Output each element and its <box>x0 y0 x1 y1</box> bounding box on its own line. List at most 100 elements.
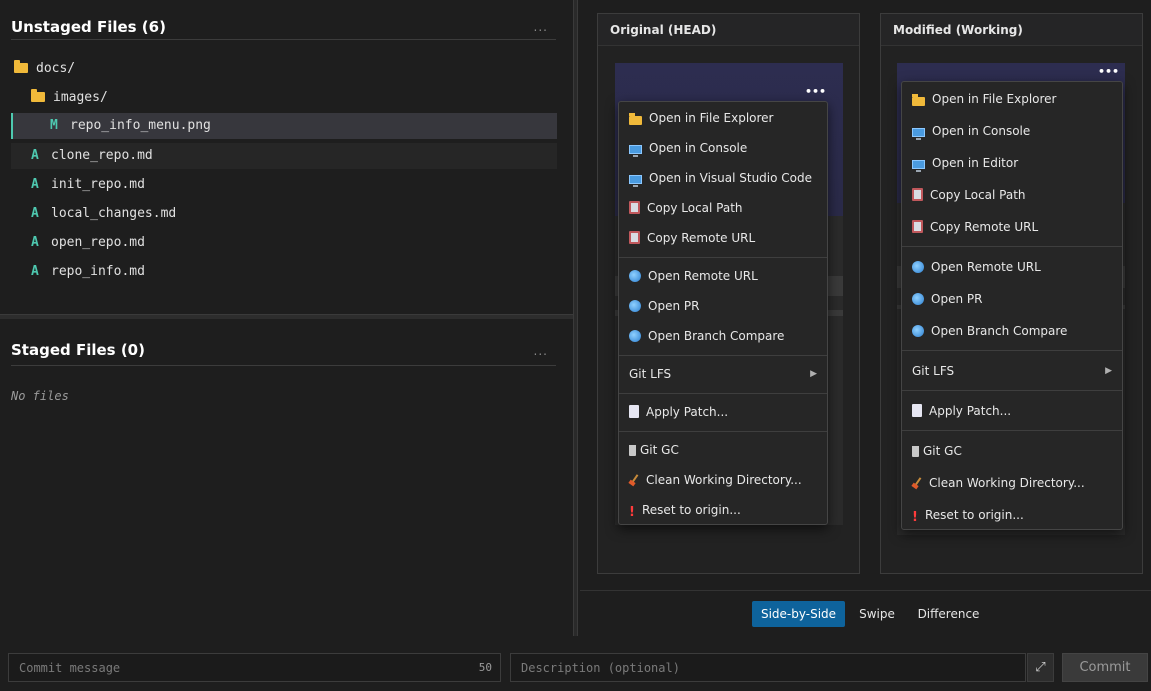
exclamation-icon: ! <box>629 505 635 520</box>
trash-icon <box>629 445 636 456</box>
more-dots-icon: ••• <box>1098 65 1120 78</box>
staged-empty-text: No files <box>11 389 69 403</box>
globe-icon <box>629 300 641 312</box>
computer-icon <box>629 175 642 187</box>
menu-item-open-pr[interactable]: Open PR <box>902 284 1122 314</box>
menu-item-open-remote-url[interactable]: Open Remote URL <box>902 252 1122 282</box>
menu-item-open-editor[interactable]: Open in Editor <box>902 148 1122 178</box>
computer-icon <box>912 160 925 172</box>
exclamation-icon: ! <box>912 510 918 525</box>
unstaged-more-button[interactable]: ... <box>534 20 548 34</box>
modified-panel-title: Modified (Working) <box>881 14 1142 46</box>
more-dots-icon: ••• <box>805 85 827 98</box>
commit-bar: Commit message 50 Description (optional)… <box>0 645 1151 691</box>
globe-icon <box>629 270 641 282</box>
view-swipe-button[interactable]: Swipe <box>852 601 902 627</box>
menu-item-copy-local-path[interactable]: Copy Local Path <box>619 193 827 223</box>
folder-icon <box>629 113 642 125</box>
menu-separator <box>619 355 827 356</box>
modified-panel: Modified (Working) ••• Open in File Expl… <box>880 13 1143 574</box>
computer-icon <box>629 145 642 157</box>
menu-item-reset-origin[interactable]: ! Reset to origin... <box>902 500 1122 530</box>
unstaged-title: Unstaged Files (6) <box>11 18 166 36</box>
globe-icon <box>629 330 641 342</box>
menu-item-open-branch-compare[interactable]: Open Branch Compare <box>902 316 1122 346</box>
menu-item-copy-local-path[interactable]: Copy Local Path <box>902 180 1122 210</box>
tree-folder-docs[interactable]: docs/ <box>11 56 557 82</box>
commit-message-input[interactable]: Commit message 50 <box>8 653 501 682</box>
status-badge: A <box>31 206 39 221</box>
staged-header: Staged Files (0) ... <box>11 336 556 366</box>
status-badge: M <box>50 118 58 133</box>
tree-folder-images[interactable]: images/ <box>11 85 557 111</box>
view-difference-button[interactable]: Difference <box>910 601 987 627</box>
character-counter: 50 <box>478 661 492 674</box>
status-badge: A <box>31 177 39 192</box>
menu-item-open-file-explorer[interactable]: Open in File Explorer <box>619 103 827 133</box>
tree-file-local-changes[interactable]: Alocal_changes.md <box>11 201 557 227</box>
page-icon <box>629 405 639 418</box>
menu-separator <box>619 393 827 394</box>
menu-item-git-lfs[interactable]: Git LFS ▶ <box>902 356 1122 386</box>
folder-icon <box>31 89 45 102</box>
original-context-menu: Open in File Explorer Open in Console Op… <box>618 101 828 525</box>
original-panel: Original (HEAD) ••• Open in File Explore… <box>597 13 860 574</box>
status-badge: A <box>31 235 39 250</box>
clipboard-icon <box>629 231 640 244</box>
view-side-by-side-button[interactable]: Side-by-Side <box>752 601 845 627</box>
status-badge: A <box>31 264 39 279</box>
menu-separator <box>902 390 1122 391</box>
trash-icon <box>912 446 919 457</box>
menu-item-reset-origin[interactable]: ! Reset to origin... <box>619 495 827 525</box>
original-panel-title: Original (HEAD) <box>598 14 859 46</box>
description-input[interactable]: Description (optional) <box>510 653 1026 682</box>
menu-item-clean-working-dir[interactable]: Clean Working Directory... <box>619 465 827 495</box>
menu-item-git-lfs[interactable]: Git LFS ▶ <box>619 359 827 389</box>
changes-pane: Unstaged Files (6) ... docs/ images/ Mre… <box>0 0 573 636</box>
computer-icon <box>912 128 925 140</box>
modified-context-menu: Open in File Explorer Open in Console Op… <box>901 81 1123 530</box>
staged-more-button[interactable]: ... <box>534 344 548 358</box>
expand-icon[interactable]: ⤢ <box>1027 653 1054 682</box>
menu-item-git-gc[interactable]: Git GC <box>902 436 1122 466</box>
menu-item-apply-patch[interactable]: Apply Patch... <box>902 396 1122 426</box>
diff-pane: Original (HEAD) ••• Open in File Explore… <box>580 0 1151 636</box>
broom-icon <box>912 477 922 489</box>
status-badge: A <box>31 148 39 163</box>
menu-item-open-remote-url[interactable]: Open Remote URL <box>619 261 827 291</box>
submenu-arrow-icon: ▶ <box>1105 366 1112 376</box>
tree-file-repo-info[interactable]: Arepo_info.md <box>11 259 557 285</box>
globe-icon <box>912 293 924 305</box>
globe-icon <box>912 325 924 337</box>
globe-icon <box>912 261 924 273</box>
tree-file-repo-info-menu[interactable]: Mrepo_info_menu.png <box>11 113 557 139</box>
clipboard-icon <box>912 188 923 201</box>
folder-icon <box>14 60 28 73</box>
staged-title: Staged Files (0) <box>11 341 145 359</box>
tree-file-open-repo[interactable]: Aopen_repo.md <box>11 230 557 256</box>
page-icon <box>912 404 922 417</box>
menu-item-clean-working-dir[interactable]: Clean Working Directory... <box>902 468 1122 498</box>
menu-item-copy-remote-url[interactable]: Copy Remote URL <box>902 212 1122 242</box>
unstaged-header: Unstaged Files (6) ... <box>11 10 556 40</box>
pane-splitter[interactable] <box>573 0 578 636</box>
menu-item-open-pr[interactable]: Open PR <box>619 291 827 321</box>
menu-item-open-vscode[interactable]: Open in Visual Studio Code <box>619 163 827 193</box>
tree-file-init-repo[interactable]: Ainit_repo.md <box>11 172 557 198</box>
menu-item-open-console[interactable]: Open in Console <box>619 133 827 163</box>
section-splitter[interactable] <box>0 314 573 319</box>
tree-file-clone-repo[interactable]: Aclone_repo.md <box>11 143 557 169</box>
menu-item-open-file-explorer[interactable]: Open in File Explorer <box>902 84 1122 114</box>
menu-separator <box>619 431 827 432</box>
broom-icon <box>629 474 639 486</box>
view-mode-bar: Side-by-Side Swipe Difference <box>580 590 1151 636</box>
menu-item-git-gc[interactable]: Git GC <box>619 435 827 465</box>
menu-item-open-branch-compare[interactable]: Open Branch Compare <box>619 321 827 351</box>
menu-item-apply-patch[interactable]: Apply Patch... <box>619 397 827 427</box>
menu-item-open-console[interactable]: Open in Console <box>902 116 1122 146</box>
menu-separator <box>902 350 1122 351</box>
menu-item-copy-remote-url[interactable]: Copy Remote URL <box>619 223 827 253</box>
clipboard-icon <box>629 201 640 214</box>
submenu-arrow-icon: ▶ <box>810 369 817 379</box>
commit-button[interactable]: Commit <box>1062 653 1148 682</box>
